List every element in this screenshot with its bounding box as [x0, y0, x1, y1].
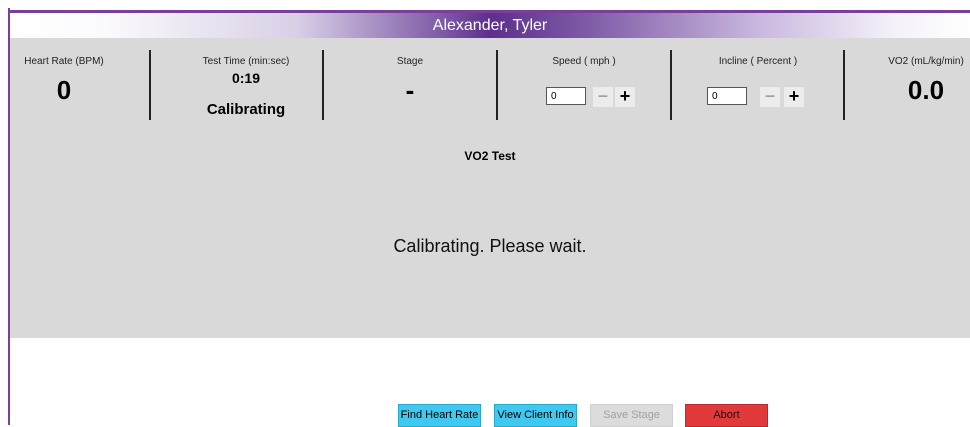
test-time-metric: Test Time (min:sec) 0:19 Calibrating [170, 38, 322, 128]
vo2-label: VO2 (mL/kg/min) [888, 56, 964, 67]
incline-input[interactable]: 0 [707, 87, 747, 105]
calibration-message: Calibrating. Please wait. [393, 236, 587, 256]
incline-decrease-button[interactable]: − [760, 87, 780, 107]
client-name: Alexander, Tyler [432, 17, 548, 34]
view-client-info-button[interactable]: View Client Info [494, 404, 577, 427]
heart-rate-value: 0 [56, 75, 72, 105]
incline-metric: Incline ( Percent ) 0 − + [672, 38, 844, 128]
test-time-value: 0:19 [231, 70, 261, 86]
speed-controls: 0 − + [498, 87, 670, 109]
abort-button[interactable]: Abort [685, 404, 768, 427]
client-header: Alexander, Tyler [10, 13, 970, 38]
heart-rate-metric: Heart Rate (BPM) 0 [10, 38, 118, 128]
speed-metric: Speed ( mph ) 0 − + [498, 38, 670, 128]
incline-controls: 0 − + [672, 87, 844, 109]
vo2-value: 0.0 [907, 75, 945, 105]
find-heart-rate-button[interactable]: Find Heart Rate [398, 404, 481, 427]
speed-label: Speed ( mph ) [552, 56, 616, 67]
stage-label: Stage [396, 56, 424, 67]
speed-increase-button[interactable]: + [615, 87, 635, 107]
save-stage-button[interactable]: Save Stage [590, 404, 673, 427]
test-time-label: Test Time (min:sec) [202, 56, 290, 67]
speed-input[interactable]: 0 [546, 87, 586, 105]
metric-divider [843, 50, 845, 120]
heart-rate-label: Heart Rate (BPM) [24, 56, 104, 67]
speed-decrease-button[interactable]: − [593, 87, 613, 107]
incline-increase-button[interactable]: + [784, 87, 804, 107]
test-title: VO2 Test [464, 149, 516, 163]
test-status: Calibrating [206, 101, 286, 118]
test-panel: Heart Rate (BPM) 0 Test Time (min:sec) 0… [10, 38, 970, 338]
stage-metric: Stage - [324, 38, 496, 128]
stage-value: - [405, 75, 415, 105]
metric-divider [149, 50, 151, 120]
incline-label: Incline ( Percent ) [718, 56, 798, 67]
vo2-metric: VO2 (mL/kg/min) 0.0 [880, 38, 970, 128]
